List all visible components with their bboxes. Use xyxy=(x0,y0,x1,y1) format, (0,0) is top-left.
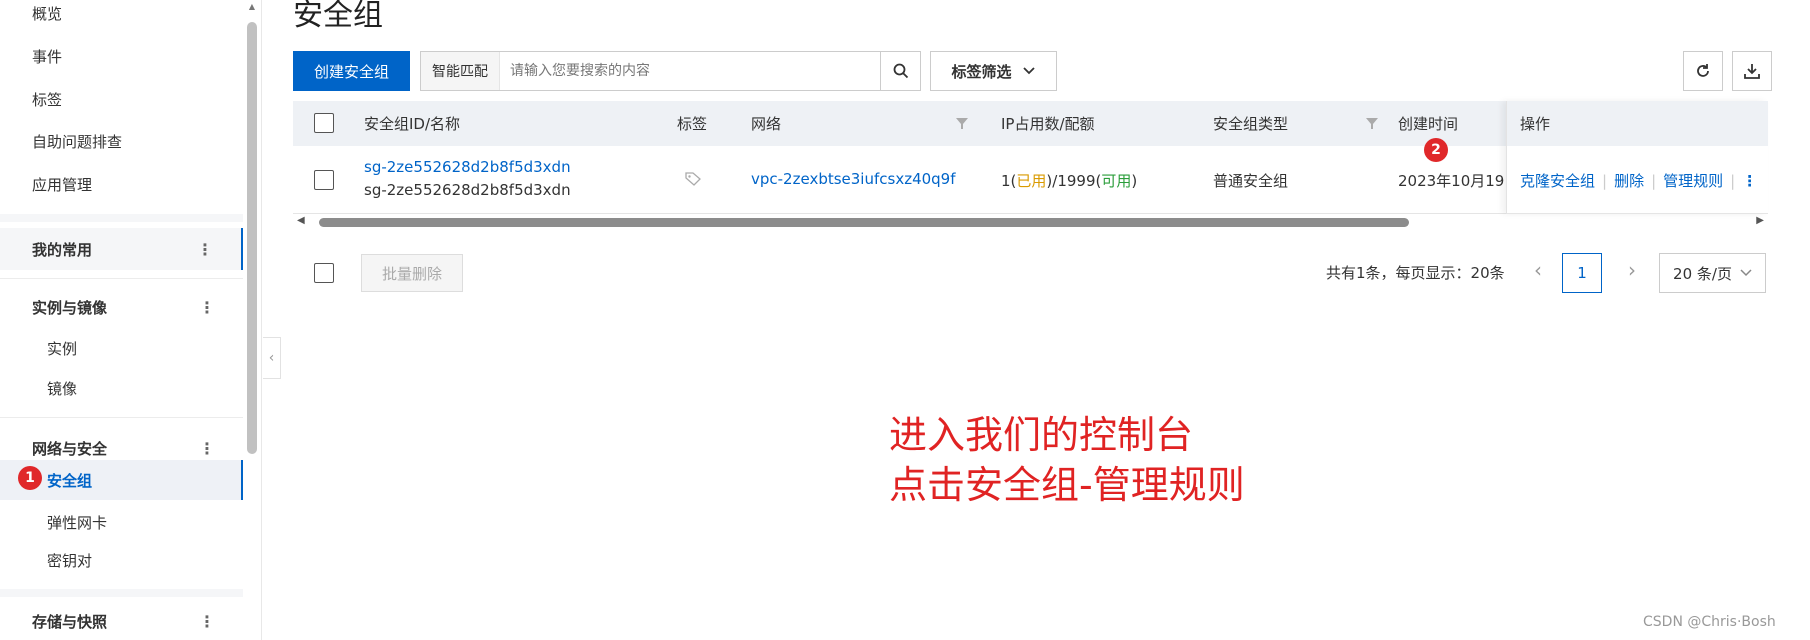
sidebar-item-troubleshoot[interactable]: 自助问题排查 xyxy=(0,122,243,160)
step-marker-2: 2 xyxy=(1424,138,1448,162)
sidebar-group-label: 我的常用 xyxy=(32,240,93,259)
ip-used-tag: 已用 xyxy=(1016,172,1047,190)
security-group-name: sg-2ze552628d2b8f5d3xdn xyxy=(364,181,571,199)
next-page-icon[interactable]: › xyxy=(1628,258,1636,282)
created-time: 2023年10月19日 xyxy=(1398,172,1506,190)
divider xyxy=(0,214,243,222)
annotation-line-1: 进入我们的控制台 xyxy=(889,413,1194,457)
sidebar-group-label: 实例与镜像 xyxy=(32,298,108,317)
column-header-network: 网络 xyxy=(751,115,782,133)
sidebar-group-label: 网络与安全 xyxy=(32,439,108,458)
security-group-id-link[interactable]: sg-2ze552628d2b8f5d3xdn xyxy=(364,158,571,176)
sidebar-item-label: 标签 xyxy=(32,90,63,109)
refresh-button[interactable] xyxy=(1683,51,1723,91)
search-mode-select[interactable]: 智能匹配 xyxy=(421,52,500,90)
sidebar-group-favorites[interactable]: 我的常用 ⋮ xyxy=(0,228,243,270)
sidebar-item-label: 弹性网卡 xyxy=(47,513,108,532)
page-size-select[interactable]: 20 条/页 xyxy=(1659,253,1766,293)
chevron-left-icon: ‹ xyxy=(268,350,275,366)
filter-icon[interactable] xyxy=(1365,116,1379,130)
sidebar-item-label: 事件 xyxy=(32,47,63,66)
row-checkbox[interactable] xyxy=(314,170,334,190)
more-icon[interactable]: ⋮ xyxy=(199,298,215,317)
download-icon xyxy=(1744,64,1760,79)
sidebar-item-images[interactable]: 镜像 xyxy=(0,369,243,407)
sidebar-item-keypairs[interactable]: 密钥对 xyxy=(0,541,243,579)
refresh-icon xyxy=(1697,64,1709,77)
column-header-created: 创建时间 xyxy=(1398,115,1459,133)
select-all-checkbox[interactable] xyxy=(314,113,334,133)
vpc-link[interactable]: vpc-2zexbtse3iufcsxz40q9f xyxy=(751,170,956,188)
watermark: CSDN @Chris·Bosh xyxy=(1643,614,1776,630)
column-header-tags: 标签 xyxy=(677,115,708,133)
batch-delete-button[interactable]: 批量删除 xyxy=(361,254,463,292)
search-input[interactable] xyxy=(500,52,880,90)
sidebar-group-label: 存储与快照 xyxy=(32,612,108,631)
scroll-up-icon[interactable]: ▲ xyxy=(247,2,257,12)
sidebar-item-label: 密钥对 xyxy=(47,551,93,570)
sidebar-group-storage-snapshots[interactable]: 存储与快照 ⋮ xyxy=(0,602,243,640)
sticky-actions-column xyxy=(1506,101,1768,214)
page-size-label: 20 条/页 xyxy=(1673,264,1732,283)
more-icon[interactable]: ⋮ xyxy=(197,240,213,259)
more-icon[interactable]: ⋮ xyxy=(199,439,215,458)
column-header-id-name: 安全组ID/名称 xyxy=(364,115,461,133)
collapse-sidebar-button[interactable]: ‹ xyxy=(263,337,281,379)
sidebar-item-instances[interactable]: 实例 xyxy=(0,329,243,367)
page-title: 安全组 xyxy=(293,0,383,33)
search-icon xyxy=(893,63,908,79)
sidebar-item-label: 实例 xyxy=(47,339,78,358)
filter-icon[interactable] xyxy=(955,116,969,130)
chevron-down-icon xyxy=(1022,67,1035,75)
horizontal-scrollbar[interactable]: ◀ ▶ xyxy=(293,215,1768,229)
pagination-info: 共有1条，每页显示：20条 xyxy=(1326,264,1505,282)
prev-page-icon[interactable]: ‹ xyxy=(1534,258,1542,282)
step-marker-1: 1 xyxy=(18,466,42,490)
scroll-left-icon[interactable]: ◀ xyxy=(297,215,305,226)
sidebar: 概览 事件 标签 自助问题排查 应用管理 我的常用 ⋮ 实例与镜像 ⋮ 实例 镜… xyxy=(0,0,262,640)
scroll-right-icon[interactable]: ▶ xyxy=(1756,215,1764,226)
column-header-type: 安全组类型 xyxy=(1213,115,1289,133)
sidebar-item-label: 自助问题排查 xyxy=(32,132,123,151)
bulk-select-checkbox[interactable] xyxy=(314,263,334,283)
divider xyxy=(0,417,243,418)
search-button[interactable] xyxy=(880,52,920,90)
sidebar-scrollbar[interactable] xyxy=(247,22,257,454)
tag-filter-label: 标签筛选 xyxy=(951,62,1012,81)
sidebar-item-label: 安全组 xyxy=(47,471,93,490)
sidebar-item-tags[interactable]: 标签 xyxy=(0,80,243,118)
ip-available-tag: 可用 xyxy=(1101,172,1132,190)
create-security-group-button[interactable]: 创建安全组 xyxy=(293,51,410,91)
tag-icon[interactable] xyxy=(685,172,701,186)
tag-filter-dropdown[interactable]: 标签筛选 xyxy=(930,51,1057,91)
sidebar-item-label: 概览 xyxy=(32,4,63,23)
ip-quota: /1999 xyxy=(1052,172,1096,190)
sidebar-item-eni[interactable]: 弹性网卡 xyxy=(0,503,243,541)
sidebar-item-events[interactable]: 事件 xyxy=(0,37,243,75)
download-button[interactable] xyxy=(1732,51,1772,91)
annotation-text: 进入我们的控制台 点击安全组-管理规则 xyxy=(889,410,1245,510)
sidebar-item-app-management[interactable]: 应用管理 xyxy=(0,165,243,203)
divider xyxy=(0,589,243,597)
annotation-line-2: 点击安全组-管理规则 xyxy=(889,463,1245,507)
security-group-type: 普通安全组 xyxy=(1213,172,1289,190)
sidebar-item-overview[interactable]: 概览 xyxy=(0,0,243,32)
sidebar-group-instances-images[interactable]: 实例与镜像 ⋮ xyxy=(0,288,243,326)
chevron-down-icon xyxy=(1740,269,1752,277)
divider xyxy=(0,278,243,279)
column-header-ip-usage: IP占用数/配额 xyxy=(1001,115,1095,133)
sidebar-item-label: 应用管理 xyxy=(32,175,93,194)
ip-used-count: 1 xyxy=(1001,172,1011,190)
page-number-button[interactable]: 1 xyxy=(1562,253,1602,293)
search-box: 智能匹配 xyxy=(420,51,921,91)
scrollbar-thumb[interactable] xyxy=(319,218,1409,227)
more-icon[interactable]: ⋮ xyxy=(199,612,215,631)
ip-usage: 1(已用)/1999(可用) xyxy=(1001,172,1138,190)
sidebar-item-label: 镜像 xyxy=(47,379,78,398)
